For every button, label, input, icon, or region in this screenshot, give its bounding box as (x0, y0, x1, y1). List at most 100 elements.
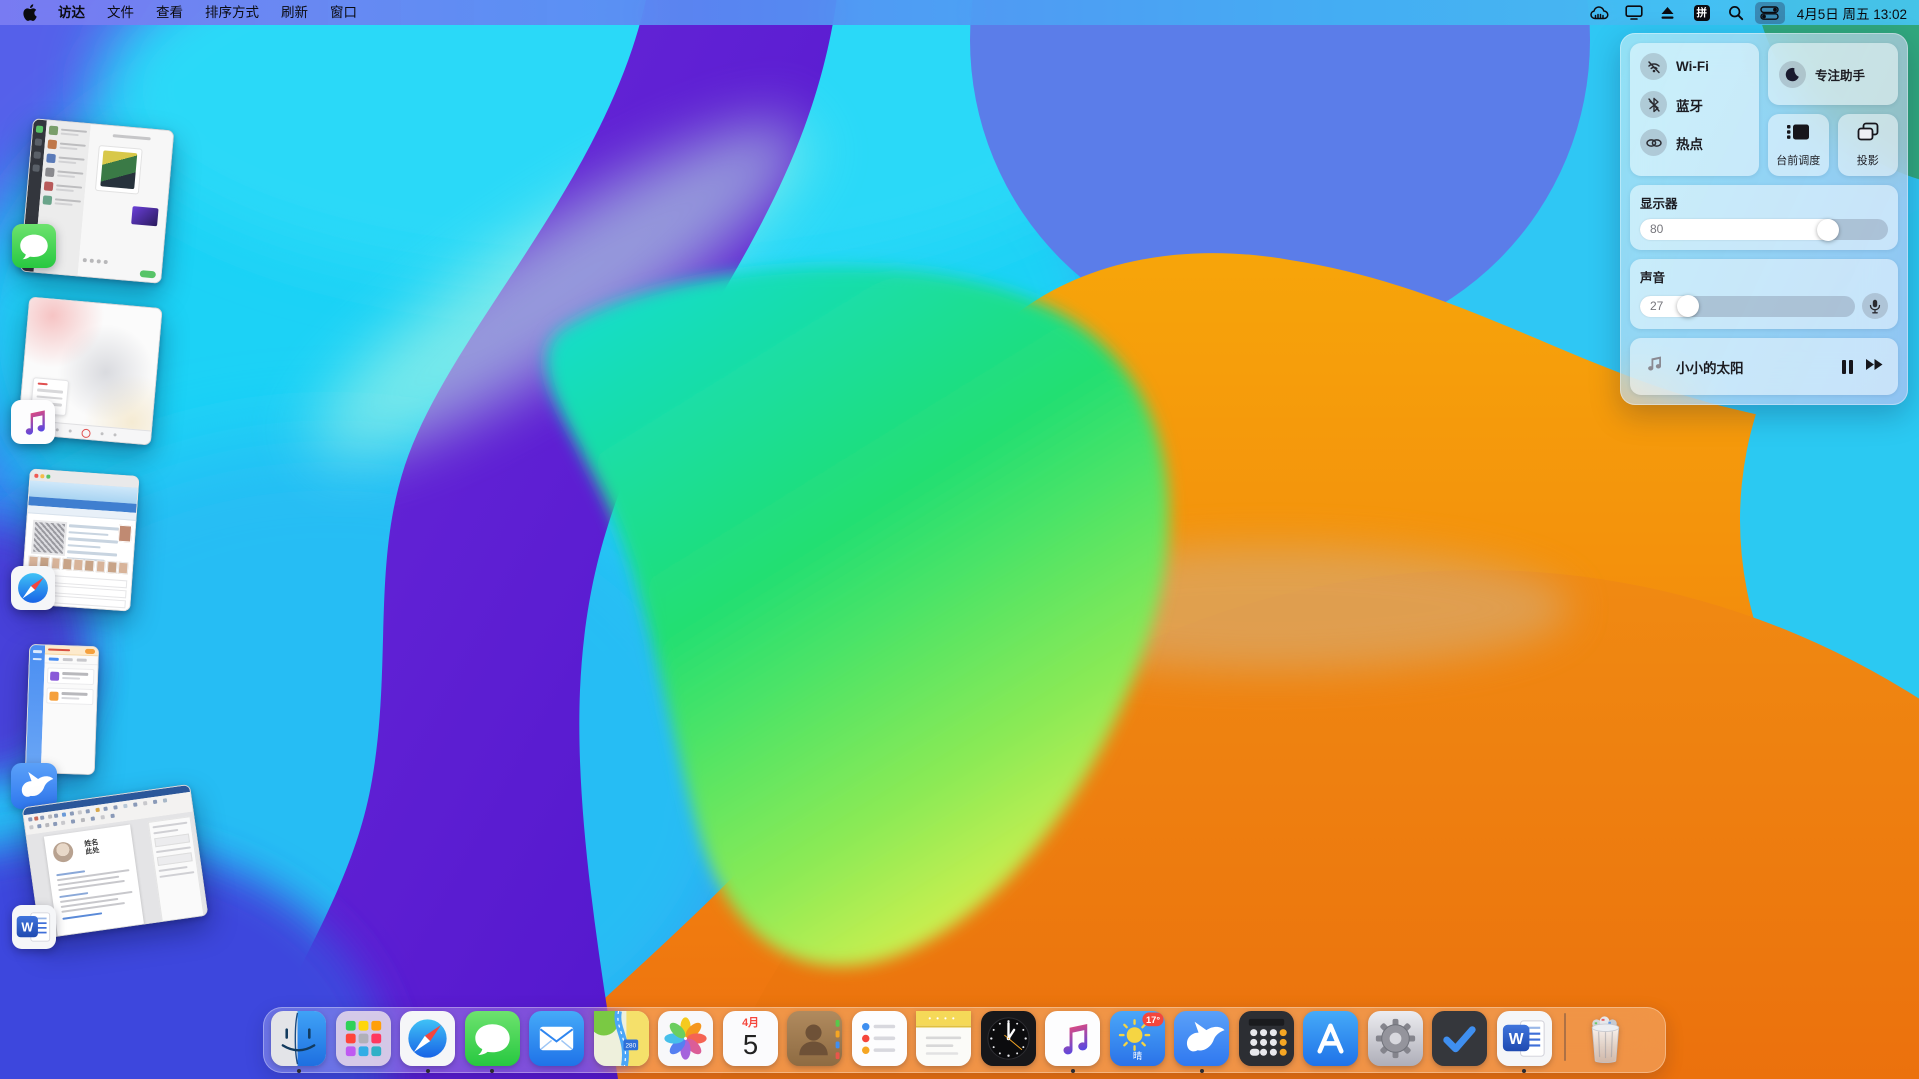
dock-settings-icon[interactable] (1368, 1011, 1423, 1066)
messages-icon (12, 224, 56, 268)
dock-word-icon[interactable]: W (1497, 1011, 1552, 1066)
moon-icon (1779, 61, 1806, 88)
control-center-icon[interactable] (1755, 2, 1785, 24)
display-card: 显示器 80 (1630, 185, 1898, 250)
microphone-button[interactable] (1862, 293, 1888, 319)
thunder-window-preview (25, 644, 99, 775)
sound-card: 声音 27 (1630, 259, 1898, 329)
menu-view[interactable]: 查看 (145, 0, 194, 25)
dock-calendar-icon[interactable]: 4月5 (723, 1011, 778, 1066)
thumbnail-word-window[interactable]: 姓名此处 W (30, 795, 220, 945)
mirroring-button[interactable]: 投影 (1838, 114, 1899, 176)
dock-clock-icon[interactable] (981, 1011, 1036, 1066)
eject-icon[interactable] (1653, 2, 1683, 24)
wifi-label: Wi-Fi (1676, 59, 1709, 74)
sound-label: 声音 (1640, 267, 1888, 286)
wifi-off-icon (1640, 53, 1667, 80)
microphone-icon (1869, 299, 1881, 314)
apple-icon (22, 4, 37, 21)
pinyin-input-badge: 拼 (1694, 5, 1710, 21)
menu-window[interactable]: 窗口 (319, 0, 368, 25)
weather-condition: 晴 (1132, 1050, 1141, 1062)
running-indicator (1200, 1069, 1204, 1073)
thumbnail-music-window[interactable] (23, 302, 173, 452)
word-letter: W (21, 920, 33, 934)
menu-bar: 访达 文件 查看 排序方式 刷新 窗口 拼 (0, 0, 1919, 25)
dock-photos-icon[interactable] (658, 1011, 713, 1066)
weather-temp-badge: 17° (1145, 1015, 1159, 1025)
dock-contacts-icon[interactable] (787, 1011, 842, 1066)
running-indicator (426, 1069, 430, 1073)
thumbnail-safari-window[interactable] (25, 472, 155, 622)
now-playing-card[interactable]: 小小的太阳 (1630, 338, 1898, 395)
stage-manager-button[interactable]: 台前调度 (1768, 114, 1829, 176)
hotspot-link-icon (1640, 129, 1667, 156)
running-indicator (1071, 1069, 1075, 1073)
sound-slider-knob[interactable] (1677, 295, 1699, 317)
mirroring-label: 投影 (1857, 152, 1879, 168)
next-track-button[interactable] (1865, 358, 1884, 376)
calendar-day: 5 (742, 1029, 757, 1060)
bluetooth-off-icon (1640, 91, 1667, 118)
dock-messages-icon[interactable] (465, 1011, 520, 1066)
dock-weather-icon[interactable]: 晴 17° (1110, 1011, 1165, 1066)
dock-reminders-icon[interactable] (852, 1011, 907, 1066)
sound-value: 27 (1650, 296, 1663, 317)
cloud-icon[interactable] (1585, 2, 1615, 24)
apple-menu[interactable] (10, 4, 47, 21)
connectivity-card: Wi-Fi 蓝牙 热点 (1630, 43, 1759, 176)
music-note-icon (1644, 354, 1664, 379)
thumbnail-thunder-window[interactable] (27, 645, 122, 795)
display-icon[interactable] (1619, 2, 1649, 24)
menubar-clock[interactable]: 4月5日 周五 13:02 (1789, 3, 1907, 23)
search-icon[interactable] (1721, 2, 1751, 24)
display-brightness-slider[interactable]: 80 (1640, 219, 1888, 240)
focus-label: 专注助手 (1815, 65, 1865, 84)
stage-manager-label: 台前调度 (1776, 152, 1820, 168)
calendar-month: 4月 (742, 1016, 759, 1029)
menu-sort[interactable]: 排序方式 (194, 0, 270, 25)
bluetooth-label: 蓝牙 (1676, 95, 1703, 115)
dock-launchpad-icon[interactable] (336, 1011, 391, 1066)
menu-app-name[interactable]: 访达 (47, 0, 96, 25)
running-indicator (490, 1069, 494, 1073)
focus-card[interactable]: 专注助手 (1768, 43, 1898, 105)
hotspot-label: 热点 (1676, 133, 1703, 153)
sound-volume-slider[interactable]: 27 (1640, 296, 1855, 317)
resume-name-text: 姓名此处 (84, 839, 100, 857)
pause-button[interactable] (1842, 360, 1853, 374)
chat-content (77, 124, 173, 283)
dock-finder-icon[interactable] (271, 1011, 326, 1066)
dock-calculator-icon[interactable] (1239, 1011, 1294, 1066)
music-icon (11, 400, 55, 444)
menu-refresh[interactable]: 刷新 (270, 0, 319, 25)
dock-separator (1564, 1013, 1566, 1061)
control-center-panel: Wi-Fi 蓝牙 热点 (1620, 33, 1908, 405)
stage-manager-icon (1786, 122, 1810, 147)
thumbnail-messages-window[interactable] (26, 124, 186, 294)
hotspot-toggle[interactable]: 热点 (1640, 129, 1759, 156)
dock-app-store-icon[interactable] (1303, 1011, 1358, 1066)
pinyin-input-icon[interactable]: 拼 (1687, 2, 1717, 24)
menu-file[interactable]: 文件 (96, 0, 145, 25)
running-indicator (297, 1069, 301, 1073)
dock-music-icon[interactable] (1045, 1011, 1100, 1066)
display-value: 80 (1650, 219, 1663, 240)
menu-bar-left: 访达 文件 查看 排序方式 刷新 窗口 (0, 0, 368, 25)
maps-route-label: 280 (625, 1042, 636, 1049)
dock-todo-icon[interactable] (1432, 1011, 1487, 1066)
display-label: 显示器 (1640, 193, 1888, 212)
screen-mirroring-icon (1856, 122, 1880, 147)
dock-trash-icon[interactable] (1578, 1011, 1633, 1066)
dock-mail-icon[interactable] (529, 1011, 584, 1066)
now-playing-title: 小小的太阳 (1676, 357, 1830, 377)
dock-notes-icon[interactable] (916, 1011, 971, 1066)
bluetooth-toggle[interactable]: 蓝牙 (1640, 91, 1759, 118)
word-dock-letter: W (1508, 1031, 1523, 1048)
dock-thunder-icon[interactable] (1174, 1011, 1229, 1066)
menu-bar-right: 拼 4月5日 周五 13:02 (1585, 2, 1919, 24)
display-slider-knob[interactable] (1817, 219, 1839, 241)
dock-maps-icon[interactable]: 280 (594, 1011, 649, 1066)
dock-safari-icon[interactable] (400, 1011, 455, 1066)
wifi-toggle[interactable]: Wi-Fi (1640, 53, 1759, 80)
